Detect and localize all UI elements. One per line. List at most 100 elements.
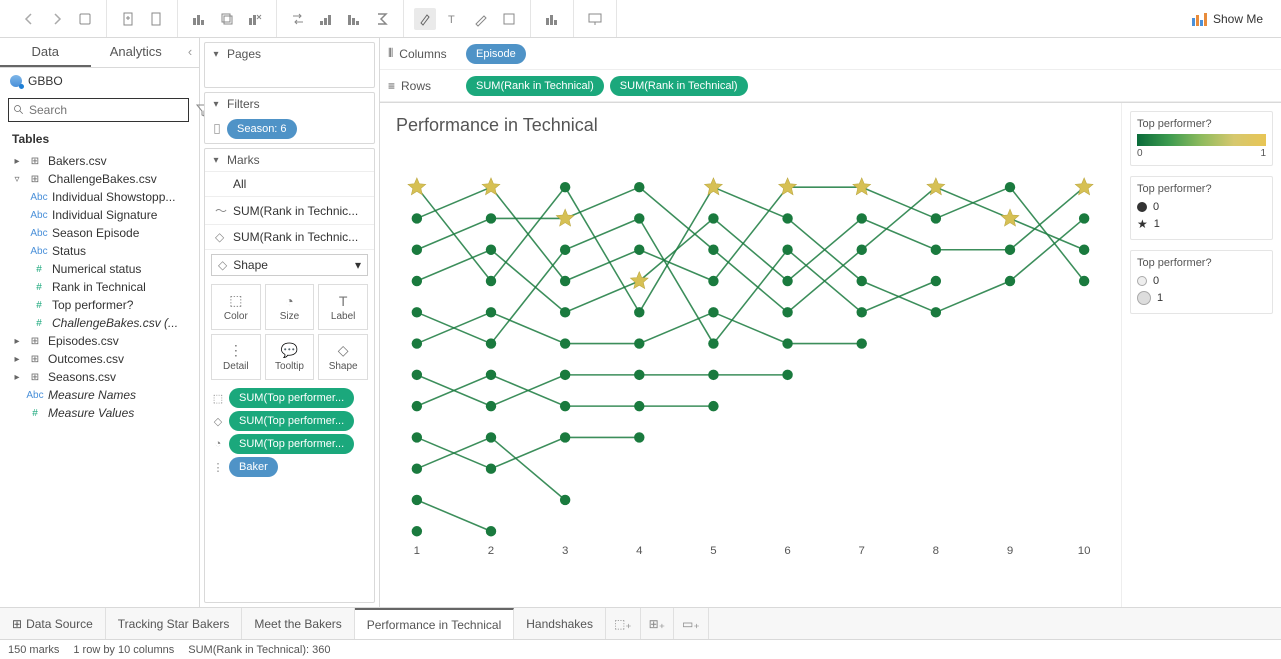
shape-legend[interactable]: Top performer? 0 ★1: [1130, 176, 1273, 240]
tables-header: Tables: [0, 126, 199, 152]
dot-icon: [1137, 202, 1147, 212]
forward-button[interactable]: [46, 8, 68, 30]
detail-icon: ⋮: [229, 342, 243, 359]
svg-text:3: 3: [562, 545, 568, 557]
search-box[interactable]: [8, 98, 189, 122]
svg-text:4: 4: [636, 545, 643, 557]
size-legend[interactable]: Top performer? 0 1: [1130, 250, 1273, 314]
field-row[interactable]: AbcMeasure Names: [0, 386, 199, 404]
sheet-tab[interactable]: Meet the Bakers: [242, 608, 354, 639]
analytics-tab[interactable]: Analytics: [91, 38, 182, 67]
duplicate-button[interactable]: [216, 8, 238, 30]
label-button[interactable]: TLabel: [318, 284, 368, 330]
marks-tab-1[interactable]: ～SUM(Rank in Technic...: [205, 197, 374, 225]
new-datasource-button[interactable]: [117, 8, 139, 30]
size-icon: ◔: [285, 293, 293, 309]
mark-pill[interactable]: SUM(Top performer...: [229, 411, 354, 431]
field-row[interactable]: #Measure Values: [0, 404, 199, 422]
column-pill[interactable]: Episode: [466, 44, 526, 64]
sort-asc-button[interactable]: [315, 8, 337, 30]
shape-button[interactable]: ◇Shape: [318, 334, 368, 380]
data-tab[interactable]: Data: [0, 38, 91, 67]
search-input[interactable]: [29, 103, 184, 117]
datasource-tab[interactable]: ⊞Data Source: [0, 608, 106, 639]
field-row[interactable]: #Numerical status: [0, 260, 199, 278]
datasource-icon: [10, 75, 22, 87]
label-icon: T: [339, 293, 348, 309]
color-gradient: [1137, 134, 1266, 146]
shape-legend-title: Top performer?: [1137, 183, 1266, 195]
status-bar: 150 marks 1 row by 10 columns SUM(Rank i…: [0, 639, 1281, 659]
pause-button[interactable]: [145, 8, 167, 30]
table-row[interactable]: ▸⊞Seasons.csv: [0, 368, 199, 386]
sort-desc-button[interactable]: [343, 8, 365, 30]
filter-context-icon: [211, 123, 223, 135]
presentation-button[interactable]: [584, 8, 606, 30]
highlight-button[interactable]: [414, 8, 436, 30]
cards-pane: ▾Pages ▾Filters Season: 6 ▾Marks All ～SU…: [200, 38, 380, 607]
row-pill[interactable]: SUM(Rank in Technical): [610, 76, 748, 96]
table-row[interactable]: ▸⊞Episodes.csv: [0, 332, 199, 350]
field-row[interactable]: AbcSeason Episode: [0, 224, 199, 242]
rows-shelf[interactable]: ≡Rows SUM(Rank in Technical)SUM(Rank in …: [380, 70, 1281, 102]
sheet-tab[interactable]: Handshakes: [514, 608, 606, 639]
new-dashboard-button[interactable]: ⊞₊: [641, 608, 674, 639]
mark-pill[interactable]: Baker: [229, 457, 278, 477]
format-button[interactable]: [470, 8, 492, 30]
mark-pill[interactable]: SUM(Top performer...: [229, 434, 354, 454]
shape-icon: ◇: [338, 342, 349, 359]
size-button[interactable]: ◔Size: [265, 284, 315, 330]
clear-button[interactable]: [244, 8, 266, 30]
pages-label: Pages: [227, 47, 261, 61]
field-row[interactable]: AbcIndividual Signature: [0, 206, 199, 224]
new-story-button[interactable]: ▭₊: [674, 608, 709, 639]
mark-type-select[interactable]: ◇Shape▾: [211, 254, 368, 276]
chart-title: Performance in Technical: [396, 115, 1105, 136]
row-pill[interactable]: SUM(Rank in Technical): [466, 76, 604, 96]
show-me-button[interactable]: Show Me: [1181, 11, 1273, 27]
datasource-name: GBBO: [28, 74, 63, 88]
field-tree: ▸⊞Bakers.csv▿⊞ChallengeBakes.csvAbcIndiv…: [0, 152, 199, 607]
collapse-pane-button[interactable]: ‹: [181, 38, 199, 67]
field-row[interactable]: #Rank in Technical: [0, 278, 199, 296]
marks-card: ▾Marks All ～SUM(Rank in Technic... ◇SUM(…: [204, 148, 375, 603]
new-worksheet-button[interactable]: ⬚₊: [606, 608, 641, 639]
filter-pill[interactable]: Season: 6: [227, 119, 297, 139]
sheet-tab[interactable]: Performance in Technical: [355, 608, 515, 639]
color-button[interactable]: ⬚Color: [211, 284, 261, 330]
save-button[interactable]: [74, 8, 96, 30]
new-sheet-button[interactable]: [188, 8, 210, 30]
tooltip-button[interactable]: 💬Tooltip: [265, 334, 315, 380]
status-sum: SUM(Rank in Technical): 360: [188, 644, 330, 656]
back-button[interactable]: [18, 8, 40, 30]
swap-button[interactable]: [287, 8, 309, 30]
marks-tab-2[interactable]: ◇SUM(Rank in Technic...: [205, 225, 374, 250]
svg-text:5: 5: [710, 545, 716, 557]
field-row[interactable]: #Top performer?: [0, 296, 199, 314]
sheet-tabs: ⊞Data Source Tracking Star BakersMeet th…: [0, 607, 1281, 639]
rows-icon: ≡: [388, 79, 395, 93]
field-row[interactable]: AbcIndividual Showstopp...: [0, 188, 199, 206]
detail-button[interactable]: ⋮Detail: [211, 334, 261, 380]
mark-pill[interactable]: SUM(Top performer...: [229, 388, 354, 408]
chart-canvas[interactable]: 12345678910: [396, 144, 1105, 564]
svg-text:2: 2: [488, 545, 494, 557]
sheet-tab[interactable]: Tracking Star Bakers: [106, 608, 243, 639]
table-row[interactable]: ▿⊞ChallengeBakes.csv: [0, 170, 199, 188]
text-button[interactable]: T: [442, 8, 464, 30]
marks-all-tab[interactable]: All: [205, 172, 374, 197]
data-pane: Data Analytics ‹ GBBO ▾ Tables ▸⊞Bakers.…: [0, 38, 200, 607]
view-button[interactable]: [541, 8, 563, 30]
table-row[interactable]: ▸⊞Bakers.csv: [0, 152, 199, 170]
totals-button[interactable]: [371, 8, 393, 30]
columns-shelf[interactable]: ⦀Columns Episode: [380, 38, 1281, 70]
table-row[interactable]: ▸⊞Outcomes.csv: [0, 350, 199, 368]
columns-label: Columns: [399, 47, 446, 61]
viz-area: ⦀Columns Episode ≡Rows SUM(Rank in Techn…: [380, 38, 1281, 607]
field-row[interactable]: AbcStatus: [0, 242, 199, 260]
field-row[interactable]: #ChallengeBakes.csv (...: [0, 314, 199, 332]
chart-area[interactable]: Performance in Technical 12345678910: [380, 103, 1121, 607]
color-legend[interactable]: Top performer? 01: [1130, 111, 1273, 166]
datasource-row[interactable]: GBBO: [0, 68, 199, 94]
fit-button[interactable]: [498, 8, 520, 30]
